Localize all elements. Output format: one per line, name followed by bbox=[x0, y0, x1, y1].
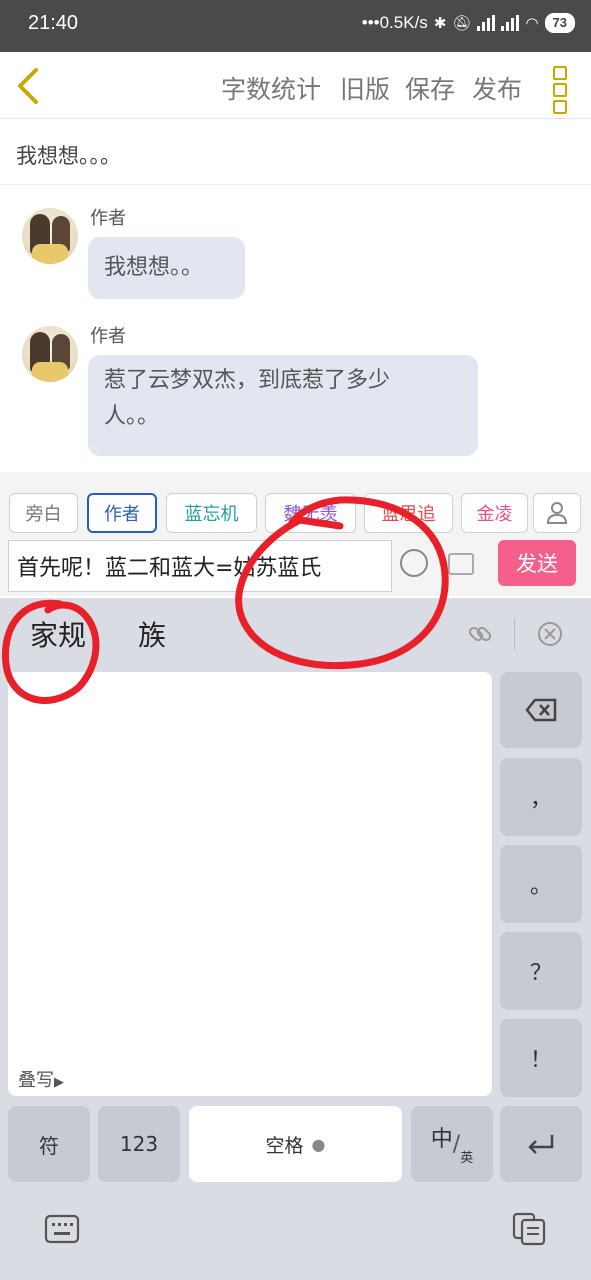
role-chip-lan-sizhui[interactable]: 蓝思追 bbox=[364, 493, 453, 533]
status-time: 21:40 bbox=[28, 12, 79, 34]
role-chip-author[interactable]: 作者 bbox=[87, 493, 157, 533]
handwriting-pad[interactable] bbox=[8, 672, 492, 1096]
battery-icon: 73 bbox=[544, 13, 575, 33]
signal-icon bbox=[477, 15, 496, 31]
microphone-icon: ● bbox=[311, 1134, 326, 1154]
message-bubble[interactable]: 惹了云梦双杰，到底惹了多少 人。。 bbox=[88, 355, 478, 456]
role-chip-jin-ling[interactable]: 金凌 bbox=[461, 493, 528, 533]
emoji-icon[interactable] bbox=[400, 549, 428, 577]
publish-button[interactable]: 发布 bbox=[472, 70, 522, 106]
role-chip-lan-wangji[interactable]: 蓝忘机 bbox=[166, 493, 257, 533]
stack-write-toggle[interactable]: 叠写▶ bbox=[18, 1066, 64, 1092]
message-text: 我想想。。 bbox=[104, 255, 204, 280]
message-text-line-1: 惹了云梦双杰，到底惹了多少 bbox=[104, 368, 391, 393]
exclamation-key[interactable]: ！ bbox=[500, 1019, 582, 1097]
message-author: 作者 bbox=[90, 326, 126, 347]
clipboard-icon[interactable] bbox=[512, 1212, 546, 1246]
message-bubble[interactable]: 我想想。。 bbox=[88, 237, 245, 299]
word-count-button[interactable]: 字数统计 bbox=[221, 70, 321, 106]
person-icon bbox=[546, 502, 568, 524]
number-key[interactable]: 123 bbox=[98, 1106, 180, 1182]
symbol-key[interactable]: 符 bbox=[8, 1106, 90, 1182]
candidate-word-2[interactable]: 族 bbox=[138, 614, 166, 654]
add-role-button[interactable] bbox=[533, 493, 581, 533]
lang-slash: / bbox=[452, 1131, 461, 1157]
send-button[interactable]: 发送 bbox=[498, 540, 576, 586]
signal-icon-2 bbox=[501, 15, 520, 31]
language-switch-key[interactable]: 中 / 英 bbox=[411, 1106, 493, 1182]
backspace-key[interactable] bbox=[500, 672, 582, 748]
network-speed: •••0.5K/s bbox=[361, 13, 428, 32]
lang-top-label: 中 bbox=[430, 1127, 453, 1152]
space-key[interactable]: 空格 ● bbox=[189, 1106, 402, 1182]
lang-bottom-label: 英 bbox=[460, 1150, 474, 1166]
message-input[interactable]: 首先呢！蓝二和蓝大=姑苏蓝氏 bbox=[8, 540, 392, 592]
image-icon[interactable] bbox=[448, 553, 474, 575]
save-button[interactable]: 保存 bbox=[405, 70, 455, 106]
period-key[interactable]: 。 bbox=[500, 845, 582, 923]
wifi-icon: ◠ bbox=[525, 15, 539, 32]
space-label: 空格 bbox=[265, 1134, 304, 1157]
mute-icon: 🔕︎ bbox=[452, 15, 472, 32]
keyboard-bottom-nav bbox=[0, 1188, 591, 1280]
more-vertical-icon[interactable] bbox=[553, 66, 567, 114]
stack-write-label: 叠写 bbox=[18, 1070, 54, 1091]
keyboard-icon[interactable] bbox=[44, 1214, 80, 1244]
link-icon[interactable] bbox=[466, 620, 494, 648]
backspace-icon bbox=[525, 698, 557, 722]
close-icon[interactable] bbox=[536, 620, 564, 648]
message-text-line-2: 人。。 bbox=[104, 404, 160, 429]
message-author: 作者 bbox=[90, 208, 126, 229]
top-bar: 字数统计 旧版 保存 发布 bbox=[0, 52, 591, 119]
enter-key[interactable] bbox=[500, 1106, 582, 1182]
bluetooth-icon: ✱ bbox=[433, 15, 447, 32]
avatar[interactable] bbox=[22, 326, 78, 382]
candidate-word-1[interactable]: 家规 bbox=[30, 614, 86, 654]
status-bar: 21:40 •••0.5K/s ✱ 🔕︎ ◠ 73 bbox=[0, 0, 591, 52]
message-input-value: 首先呢！蓝二和蓝大=姑苏蓝氏 bbox=[17, 556, 322, 581]
chevron-left-icon[interactable] bbox=[14, 66, 44, 106]
avatar[interactable] bbox=[22, 208, 78, 264]
triangle-right-icon: ▶ bbox=[54, 1075, 64, 1090]
enter-icon bbox=[528, 1135, 554, 1154]
status-icons: •••0.5K/s ✱ 🔕︎ ◠ 73 bbox=[362, 13, 575, 33]
role-chip-wei-wuxian[interactable]: 魏无羡 bbox=[265, 493, 356, 533]
question-key[interactable]: ？ bbox=[500, 932, 582, 1010]
comma-key[interactable]: ， bbox=[500, 758, 582, 836]
story-title-row[interactable]: 我想想。。。 bbox=[0, 118, 591, 185]
old-version-button[interactable]: 旧版 bbox=[340, 70, 390, 106]
story-title: 我想想。。。 bbox=[16, 144, 121, 168]
role-chip-narrator[interactable]: 旁白 bbox=[9, 493, 78, 533]
candidate-divider bbox=[514, 618, 515, 650]
